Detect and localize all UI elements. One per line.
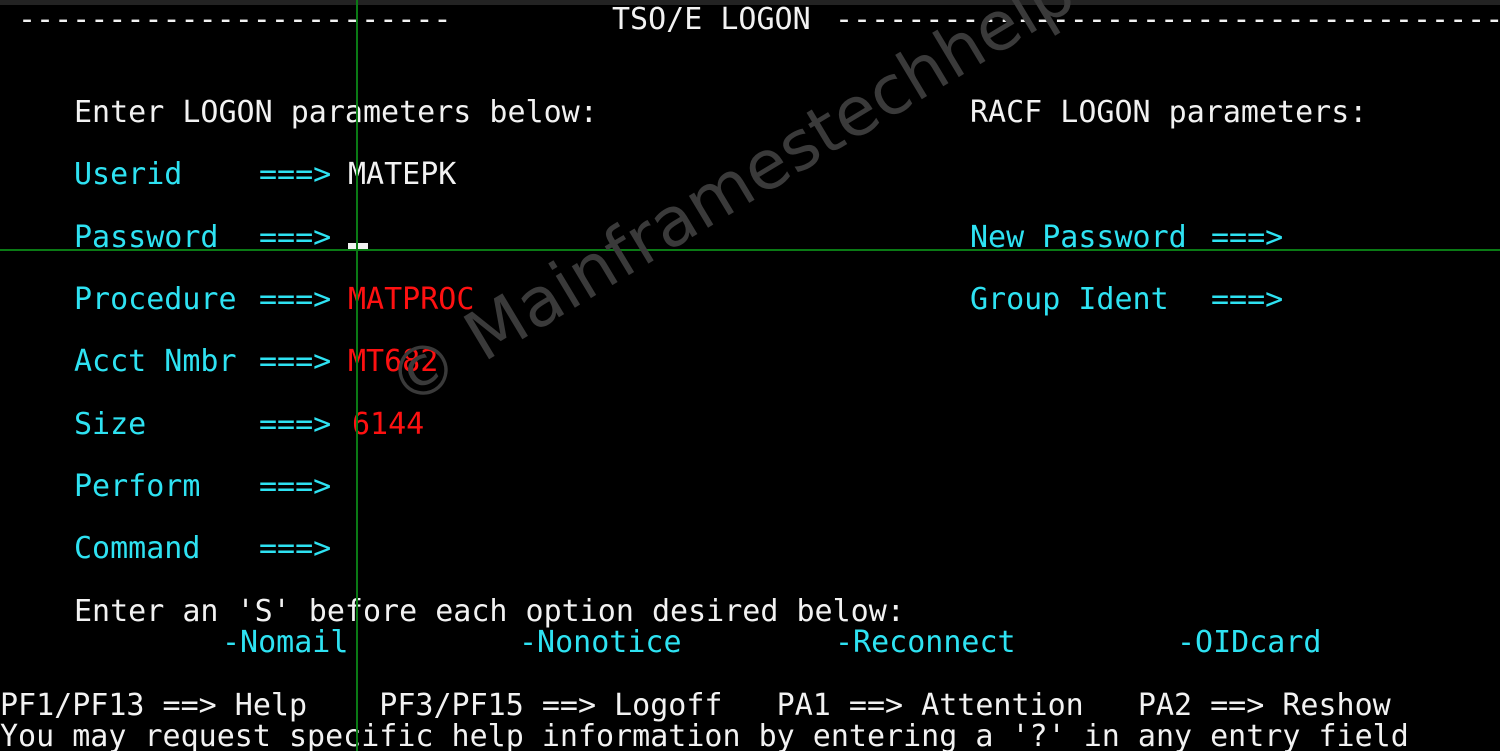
pfkey-line: PF1/PF13 ==> Help PF3/PF15 ==> Logoff PA…	[0, 688, 1391, 723]
title-left-rule: ------------------------	[18, 2, 452, 37]
help-line: You may request specific help informatio…	[0, 719, 1409, 751]
crosshair-horizontal-rule	[0, 249, 1500, 251]
field-label-procedure: Procedure	[74, 282, 237, 317]
field-arrow-command: ===>	[259, 531, 332, 566]
options-instruction: Enter an 'S' before each option desired …	[74, 594, 905, 629]
left-panel-heading: Enter LOGON parameters below:	[74, 95, 598, 130]
terminal-screen: ------------------------ TSO/E LOGON ---…	[0, 0, 1500, 751]
field-input-size[interactable]: 6144	[352, 408, 424, 442]
field-input-acct-nmbr[interactable]: MT682	[348, 345, 438, 379]
field-arrow-perform: ===>	[259, 469, 332, 504]
field-arrow-userid: ===>	[259, 157, 332, 192]
watermark: © Mainframestechhelp	[374, 0, 1089, 424]
field-arrow-size: ===>	[259, 407, 332, 442]
field-label-perform: Perform	[74, 469, 201, 504]
option-nomail[interactable]: -Nomail	[222, 626, 348, 660]
field-label-command: Command	[74, 531, 201, 566]
field-arrow-acct-nmbr: ===>	[259, 344, 332, 379]
field-label-userid: Userid	[74, 157, 183, 192]
field-label-acct-nmbr: Acct Nmbr	[74, 344, 237, 379]
option-oidcard[interactable]: -OIDcard	[1177, 626, 1322, 660]
page-title: TSO/E LOGON	[612, 2, 811, 37]
field-label-size: Size	[74, 407, 147, 442]
field-input-procedure[interactable]: MATPROC	[348, 283, 474, 317]
field-arrow-procedure: ===>	[259, 282, 332, 317]
crosshair-vertical-rule	[356, 0, 358, 751]
field-input-userid[interactable]: MATEPK	[348, 158, 456, 192]
option-reconnect[interactable]: -Reconnect	[835, 626, 1016, 660]
right-panel-heading: RACF LOGON parameters:	[970, 95, 1368, 130]
title-right-rule: -------------------------------------	[835, 2, 1500, 37]
field-arrow-group-ident: ===>	[1211, 282, 1284, 317]
field-label-group-ident: Group Ident	[970, 282, 1169, 317]
option-nonotice[interactable]: -Nonotice	[519, 626, 682, 660]
